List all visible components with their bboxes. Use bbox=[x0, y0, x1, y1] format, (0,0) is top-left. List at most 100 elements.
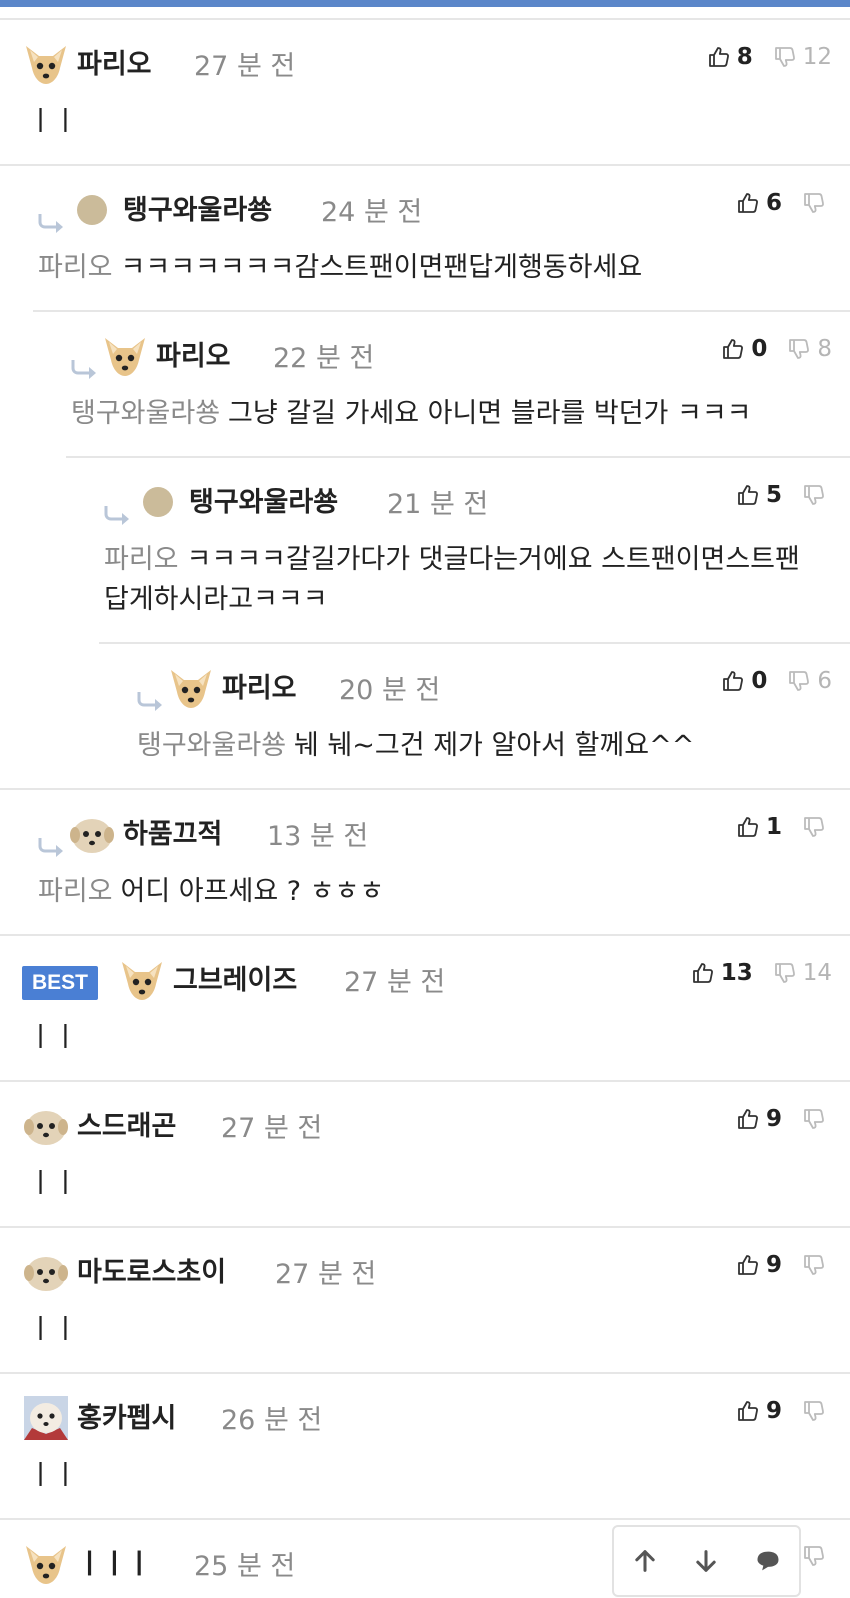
comment-header: 파리오 27 분 전 8 12 bbox=[0, 20, 850, 98]
upvote-button[interactable]: 0 bbox=[721, 668, 767, 694]
upvote-button[interactable]: 13 bbox=[691, 960, 753, 986]
thumbs-up-icon bbox=[721, 669, 745, 693]
downvote-button[interactable]: 12 bbox=[773, 44, 832, 70]
comment-body: 파리오 ㅋㅋㅋㅋㅋㅋㅋ감스트팬이면팬답게행동하세요 bbox=[0, 244, 850, 310]
downvote-count: 14 bbox=[802, 960, 832, 986]
reply-mention[interactable]: 파리오 bbox=[38, 252, 113, 283]
upvote-count: 9 bbox=[765, 1106, 782, 1132]
reply-mention[interactable]: 파리오 bbox=[38, 876, 113, 907]
thumbs-down-icon bbox=[802, 1544, 826, 1568]
upvote-count: 8 bbox=[736, 44, 753, 70]
comment-body: ㅣㅣ bbox=[0, 1306, 850, 1372]
comment-item: 탱구와울라쑝 24 분 전 6 파리오 ㅋㅋㅋㅋㅋㅋㅋ감스트팬이면팬답게행동하세요 bbox=[0, 164, 850, 310]
comment-time: 25 분 전 bbox=[194, 1551, 296, 1582]
comment-author[interactable]: 탱구와울라쑝 bbox=[189, 480, 338, 519]
comment-author[interactable]: 파리오 bbox=[222, 666, 297, 705]
upvote-button[interactable]: 9 bbox=[736, 1252, 782, 1278]
downvote-button[interactable] bbox=[802, 1544, 832, 1568]
comment-author[interactable]: 그브레이즈 bbox=[173, 958, 297, 997]
comment-item: BEST 그브레이즈 27 분 전 13 14 ㅣㅣ bbox=[0, 934, 850, 1080]
comment-author[interactable]: ㅣㅣㅣ bbox=[77, 1542, 152, 1581]
comment-author[interactable]: 파리오 bbox=[77, 42, 152, 81]
comment-body: ㅣㅣ bbox=[0, 1452, 850, 1518]
comment-text: ㅣㅣ bbox=[28, 106, 78, 137]
upvote-button[interactable]: 0 bbox=[721, 336, 767, 362]
thumbs-up-icon bbox=[736, 1253, 760, 1277]
thumbs-up-icon bbox=[707, 45, 731, 69]
comment-author[interactable]: 홍카펩시 bbox=[77, 1396, 176, 1435]
upvote-count: 13 bbox=[720, 960, 753, 986]
chihuahua-avatar-icon[interactable] bbox=[22, 40, 70, 88]
upvote-button[interactable]: 9 bbox=[736, 1106, 782, 1132]
puppy-photo-avatar-icon[interactable] bbox=[22, 1394, 70, 1442]
thumbs-down-icon bbox=[773, 45, 797, 69]
downvote-button[interactable] bbox=[802, 483, 832, 507]
comment-body: ㅣㅣ bbox=[0, 98, 850, 164]
circle-avatar-icon[interactable] bbox=[134, 478, 182, 526]
comment-votes: 8 12 bbox=[707, 44, 832, 70]
comment-header: 홍카펩시 26 분 전 9 bbox=[0, 1374, 850, 1452]
downvote-button[interactable]: 6 bbox=[787, 668, 832, 694]
scroll-widget bbox=[612, 1525, 801, 1597]
comment-header: 탱구와울라쑝 24 분 전 6 bbox=[0, 166, 850, 244]
circle-avatar-icon[interactable] bbox=[68, 186, 116, 234]
comment-item: 홍카펩시 26 분 전 9 ㅣㅣ bbox=[0, 1372, 850, 1518]
downvote-button[interactable]: 8 bbox=[787, 336, 832, 362]
puppy-avatar-icon[interactable] bbox=[22, 1248, 70, 1296]
downvote-button[interactable] bbox=[802, 1253, 832, 1277]
arrow-up-icon[interactable] bbox=[625, 1541, 665, 1581]
comment-text: ㅣㅣ bbox=[28, 1460, 78, 1491]
reply-mention[interactable]: 탱구와울라쑝 bbox=[71, 398, 220, 429]
comment-author[interactable]: 파리오 bbox=[156, 334, 231, 373]
comment-item: 하품끄적 13 분 전 1 파리오 어디 아프세요 ? ㅎㅎㅎ bbox=[0, 788, 850, 934]
downvote-button[interactable] bbox=[802, 1107, 832, 1131]
upvote-count: 0 bbox=[751, 668, 768, 694]
comment-votes: 9 bbox=[736, 1398, 832, 1424]
thumbs-down-icon bbox=[802, 191, 826, 215]
chihuahua-avatar-icon[interactable] bbox=[118, 956, 166, 1004]
puppy-avatar-icon[interactable] bbox=[22, 1102, 70, 1150]
thumbs-down-icon bbox=[802, 1399, 826, 1423]
reply-mention[interactable]: 파리오 bbox=[104, 544, 179, 575]
thumbs-up-icon bbox=[736, 191, 760, 215]
comment-header: 마도로스초이 27 분 전 9 bbox=[0, 1228, 850, 1306]
reply-arrow-icon bbox=[135, 690, 165, 712]
reply-mention[interactable]: 탱구와울라쑝 bbox=[137, 730, 286, 761]
comment-author[interactable]: 마도로스초이 bbox=[77, 1250, 226, 1289]
thumbs-down-icon bbox=[802, 1253, 826, 1277]
chihuahua-avatar-icon[interactable] bbox=[22, 1540, 70, 1588]
thumbs-down-icon bbox=[802, 1107, 826, 1131]
downvote-button[interactable] bbox=[802, 815, 832, 839]
comment-time: 26 분 전 bbox=[221, 1405, 323, 1436]
comment-text: ㅋㅋㅋㅋㅋㅋㅋ감스트팬이면팬답게행동하세요 bbox=[120, 252, 643, 283]
reply-arrow-icon bbox=[102, 504, 132, 526]
downvote-button[interactable]: 14 bbox=[773, 960, 832, 986]
downvote-button[interactable] bbox=[802, 191, 832, 215]
upvote-button[interactable]: 8 bbox=[707, 44, 753, 70]
thumbs-up-icon bbox=[736, 483, 760, 507]
comment-time: 27 분 전 bbox=[344, 967, 446, 998]
upvote-button[interactable]: 1 bbox=[736, 814, 782, 840]
downvote-button[interactable] bbox=[802, 1399, 832, 1423]
thumbs-down-icon bbox=[787, 669, 811, 693]
comment-time: 24 분 전 bbox=[321, 197, 423, 228]
comment-text: 눼 눼~그건 제가 알아서 할께요^^ bbox=[294, 730, 695, 761]
comment-text: ㅋㅋㅋㅋ갈길가다가 댓글다는거에요 스트팬이면스트팬답게하시라고ㅋㅋㅋ bbox=[104, 544, 800, 615]
comment-header: 파리오 20 분 전06 bbox=[99, 644, 850, 722]
comment-author[interactable]: 하품끄적 bbox=[123, 812, 222, 851]
comment-list: 파리오 27 분 전 8 12 ㅣㅣ 탱구와울라쑝 24 분 전 6 파리오 ㅋㅋㅋㅋㅋㅋㅋ감스트… bbox=[0, 18, 850, 1598]
comment-author[interactable]: 탱구와울라쑝 bbox=[123, 188, 272, 227]
comment-author[interactable]: 스드래곤 bbox=[77, 1104, 176, 1143]
comment-bubble-icon[interactable] bbox=[748, 1541, 788, 1581]
chihuahua-avatar-icon[interactable] bbox=[167, 664, 215, 712]
comment-votes: 5 bbox=[736, 482, 832, 508]
comment-body: 파리오 어디 아프세요 ? ㅎㅎㅎ bbox=[0, 868, 850, 934]
comment-text: 어디 아프세요 ? ㅎㅎㅎ bbox=[120, 876, 385, 907]
chihuahua-avatar-icon[interactable] bbox=[101, 332, 149, 380]
upvote-button[interactable]: 5 bbox=[736, 482, 782, 508]
puppy-avatar-icon[interactable] bbox=[68, 810, 116, 858]
arrow-down-icon[interactable] bbox=[686, 1541, 726, 1581]
upvote-button[interactable]: 6 bbox=[736, 190, 782, 216]
reply-arrow-icon bbox=[69, 358, 99, 380]
upvote-button[interactable]: 9 bbox=[736, 1398, 782, 1424]
